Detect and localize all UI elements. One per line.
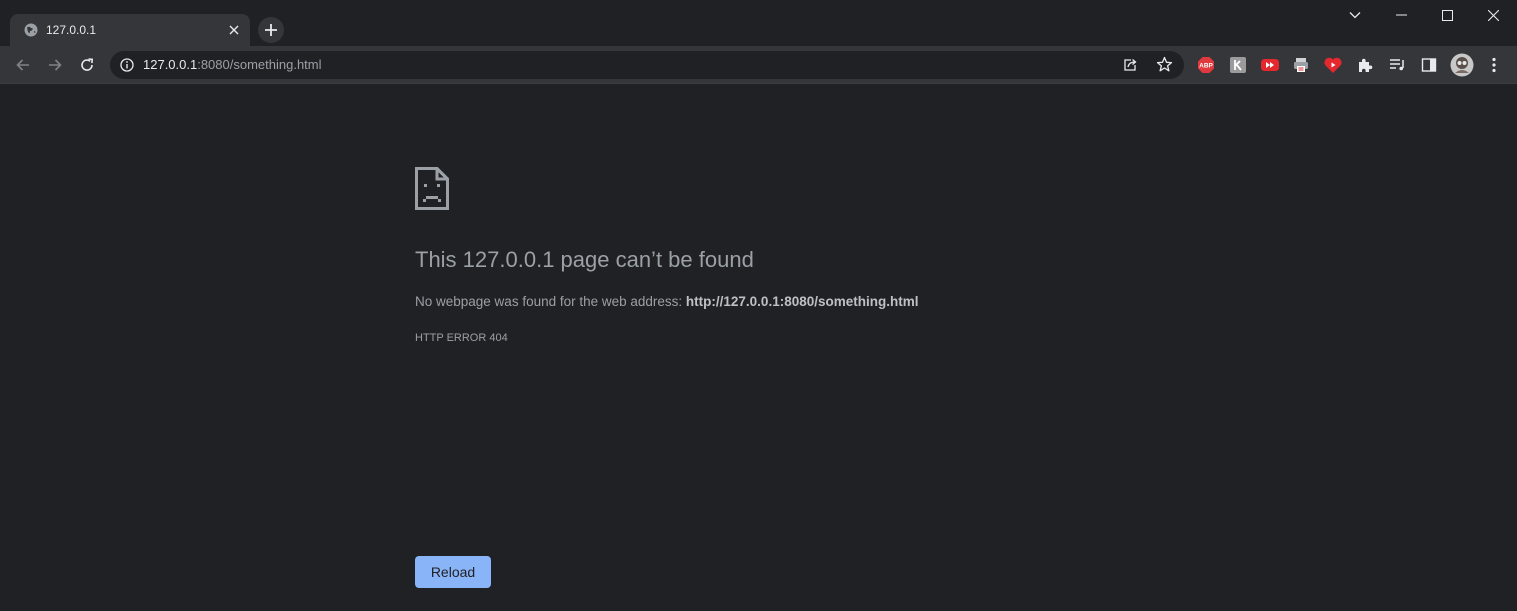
tab-active[interactable]: 127.0.0.1	[10, 14, 250, 46]
youtube-heart-extension-icon[interactable]	[1323, 55, 1343, 75]
abp-icon[interactable]: ABP	[1196, 55, 1216, 75]
bookmark-star-icon[interactable]	[1156, 56, 1173, 73]
abp-label: ABP	[1199, 63, 1213, 70]
extensions-puzzle-icon[interactable]	[1355, 55, 1375, 75]
error-description: No webpage was found for the web address…	[415, 293, 918, 311]
toolbar: 127.0.0.1:8080/something.html ABP	[0, 46, 1517, 84]
minimize-button[interactable]	[1378, 0, 1424, 30]
url-rest: :8080/something.html	[197, 57, 322, 72]
fast-forward-extension-icon[interactable]	[1260, 55, 1280, 75]
media-controls-icon[interactable]	[1387, 55, 1407, 75]
tab-strip: 127.0.0.1	[0, 0, 1517, 46]
error-code: HTTP ERROR 404	[415, 332, 508, 344]
new-tab-button[interactable]	[258, 17, 284, 43]
error-title: This 127.0.0.1 page can’t be found	[415, 247, 754, 272]
globe-icon	[23, 22, 39, 38]
url-host: 127.0.0.1	[143, 57, 198, 72]
browser-window: 127.0.0.1 127.0.0.1:8080/something.html …	[0, 0, 1517, 611]
share-icon[interactable]	[1122, 57, 1138, 73]
reload-icon-button[interactable]	[73, 51, 101, 79]
maximize-button[interactable]	[1424, 0, 1470, 30]
error-url: http://127.0.0.1:8080/something.html	[685, 294, 919, 309]
sad-page-icon	[415, 167, 449, 210]
info-icon[interactable]	[119, 57, 135, 73]
more-menu-icon[interactable]	[1480, 51, 1508, 79]
tab-title: 127.0.0.1	[46, 23, 97, 37]
extension-k-icon[interactable]	[1228, 55, 1248, 75]
tab-search-icon[interactable]	[1332, 0, 1378, 30]
profile-avatar[interactable]	[1450, 53, 1474, 77]
error-description-text: No webpage was found for the web address…	[415, 294, 686, 309]
printer-extension-icon[interactable]	[1291, 55, 1311, 75]
close-tab-icon[interactable]	[225, 21, 243, 39]
side-panel-icon[interactable]	[1419, 55, 1439, 75]
error-page: This 127.0.0.1 page can’t be found No we…	[0, 84, 1517, 611]
forward-button[interactable]	[41, 51, 69, 79]
back-button[interactable]	[9, 51, 37, 79]
reload-button[interactable]: Reload	[415, 556, 491, 588]
close-window-button[interactable]	[1470, 0, 1516, 30]
address-bar[interactable]: 127.0.0.1:8080/something.html	[110, 51, 1184, 79]
url-text[interactable]: 127.0.0.1:8080/something.html	[143, 57, 322, 73]
